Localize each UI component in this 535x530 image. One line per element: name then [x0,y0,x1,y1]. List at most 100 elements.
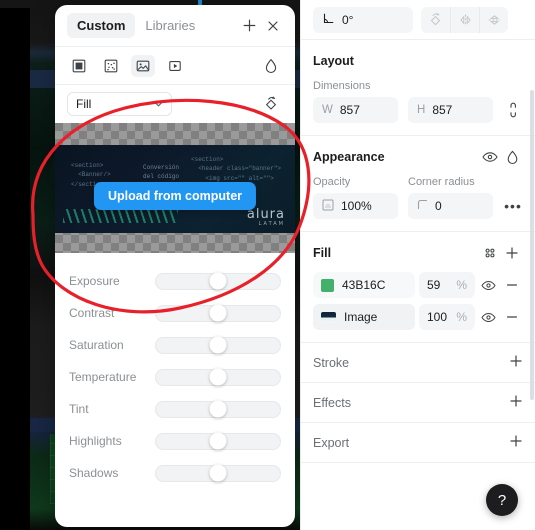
slider-contrast[interactable] [155,304,281,322]
scale-mode-select[interactable]: Fill [67,92,172,116]
droplet-icon[interactable] [259,55,283,77]
slider-row-tint: Tint [69,393,281,425]
fill-row-image[interactable]: Image 100 % [313,304,523,330]
fill-color-opacity-value: 59 [427,278,441,292]
section-export[interactable]: Export [301,423,535,463]
height-input[interactable]: H 857 [408,97,493,123]
preview-logo-subtitle: LATAM [258,221,285,227]
slider-row-shadows: Shadows [69,457,281,489]
slider-exposure[interactable] [155,272,281,290]
stroke-title: Stroke [313,355,350,370]
add-export-icon[interactable] [509,434,523,452]
image-preview[interactable]: <section> <Banner/> </section> Conversió… [55,123,295,253]
slider-label-exposure: Exposure [69,274,120,288]
tab-libraries[interactable]: Libraries [135,13,205,38]
section-stroke[interactable]: Stroke [301,343,535,383]
more-options-icon[interactable]: ••• [503,198,523,214]
layout-header: Layout [313,52,523,70]
slider-knob[interactable] [209,272,227,290]
fill-color-opacity-input[interactable]: 59 % [419,272,475,298]
add-effect-icon[interactable] [509,394,523,412]
corner-radius-input[interactable]: 0 [408,193,493,219]
fill-header: Fill [313,244,523,262]
fill-section: Fill 43B16C 59 % Image 100 % [301,232,535,343]
solid-fill-icon[interactable] [67,55,91,77]
layout-title: Layout [313,54,354,68]
slider-row-temperature: Temperature [69,361,281,393]
fill-color-visibility-eye-icon[interactable] [475,280,501,291]
fill-grid-icon[interactable] [479,244,501,262]
tab-custom[interactable]: Custom [67,13,136,38]
transform-row: 0° [301,0,535,40]
slider-tint[interactable] [155,400,281,418]
slider-knob[interactable] [209,432,227,450]
pattern-fill-icon[interactable] [99,55,123,77]
preview-logo: alura LATAM [247,208,285,227]
slider-temperature[interactable] [155,368,281,386]
layout-section: Layout Dimensions W 857 H 857 [301,40,535,136]
adjustment-sliders: Exposure Contrast Saturation Temperature… [55,253,295,527]
rotate-image-icon[interactable] [259,93,283,115]
opacity-input[interactable]: 100% [313,193,398,219]
slider-knob[interactable] [209,368,227,386]
help-button[interactable]: ? [486,484,518,516]
fill-image-swatch-row[interactable]: Image [313,304,415,330]
slider-knob[interactable] [209,304,227,322]
droplet-icon[interactable] [501,148,523,166]
fill-image-opacity-input[interactable]: 100 % [419,304,475,330]
close-icon[interactable] [261,14,285,38]
visibility-eye-icon[interactable] [479,148,501,166]
opacity-label: Opacity [313,176,351,188]
add-stroke-icon[interactable] [509,354,523,372]
preview-hatch-decoration [63,209,178,223]
slider-knob[interactable] [209,336,227,354]
slider-knob[interactable] [209,464,227,482]
canvas-left-gutter [0,0,30,530]
image-fill-icon[interactable] [131,54,155,77]
panel-header: Custom Libraries [55,5,295,47]
width-input[interactable]: W 857 [313,97,398,123]
fill-image-visibility-eye-icon[interactable] [475,312,501,323]
upload-from-computer-button[interactable]: Upload from computer [93,181,257,210]
corner-radius-label: Corner radius [408,176,475,188]
corner-radius-value: 0 [435,199,442,213]
dimensions-label: Dimensions [313,80,371,92]
slider-label-temperature: Temperature [69,370,137,384]
appearance-section: Appearance Opacity Corner radius 100% 0 … [301,136,535,232]
export-title: Export [313,435,350,450]
slider-row-contrast: Contrast [69,297,281,329]
flip-horizontal-icon[interactable] [450,6,479,33]
link-ratio-icon[interactable] [503,102,523,118]
appearance-title: Appearance [313,150,385,164]
fill-color-swatch-row[interactable]: 43B16C [313,272,415,298]
fill-image-opacity-unit: % [456,310,467,324]
fill-color-name: 43B16C [342,278,386,292]
fill-color-remove-icon[interactable] [501,279,523,291]
scale-mode-row: Fill [55,85,295,123]
height-label: H [417,104,426,116]
video-fill-icon[interactable] [163,55,187,77]
slider-highlights[interactable] [155,432,281,450]
slider-saturation[interactable] [155,336,281,354]
slider-row-exposure: Exposure [69,265,281,297]
fill-row-color[interactable]: 43B16C 59 % [313,272,523,298]
height-value: 857 [432,103,453,117]
slider-label-shadows: Shadows [69,466,119,480]
app-root: /H eg Custom Libraries [0,0,535,530]
rotation-value: 0° [342,12,354,27]
preview-code-middle: Conversión del código [143,164,180,181]
fill-image-remove-icon[interactable] [501,311,523,323]
add-icon[interactable] [237,14,261,38]
appearance-header: Appearance [313,148,523,166]
rotate-icon[interactable] [421,7,450,33]
add-fill-icon[interactable] [501,244,523,262]
slider-knob[interactable] [209,400,227,418]
slider-label-highlights: Highlights [69,434,122,448]
scale-mode-value: Fill [76,97,92,111]
flip-vertical-icon[interactable] [479,6,508,33]
inspector-scrollbar[interactable] [530,90,534,400]
rotation-input[interactable]: 0° [313,6,413,33]
slider-shadows[interactable] [155,464,281,482]
opacity-value: 100% [341,199,372,213]
section-effects[interactable]: Effects [301,383,535,423]
